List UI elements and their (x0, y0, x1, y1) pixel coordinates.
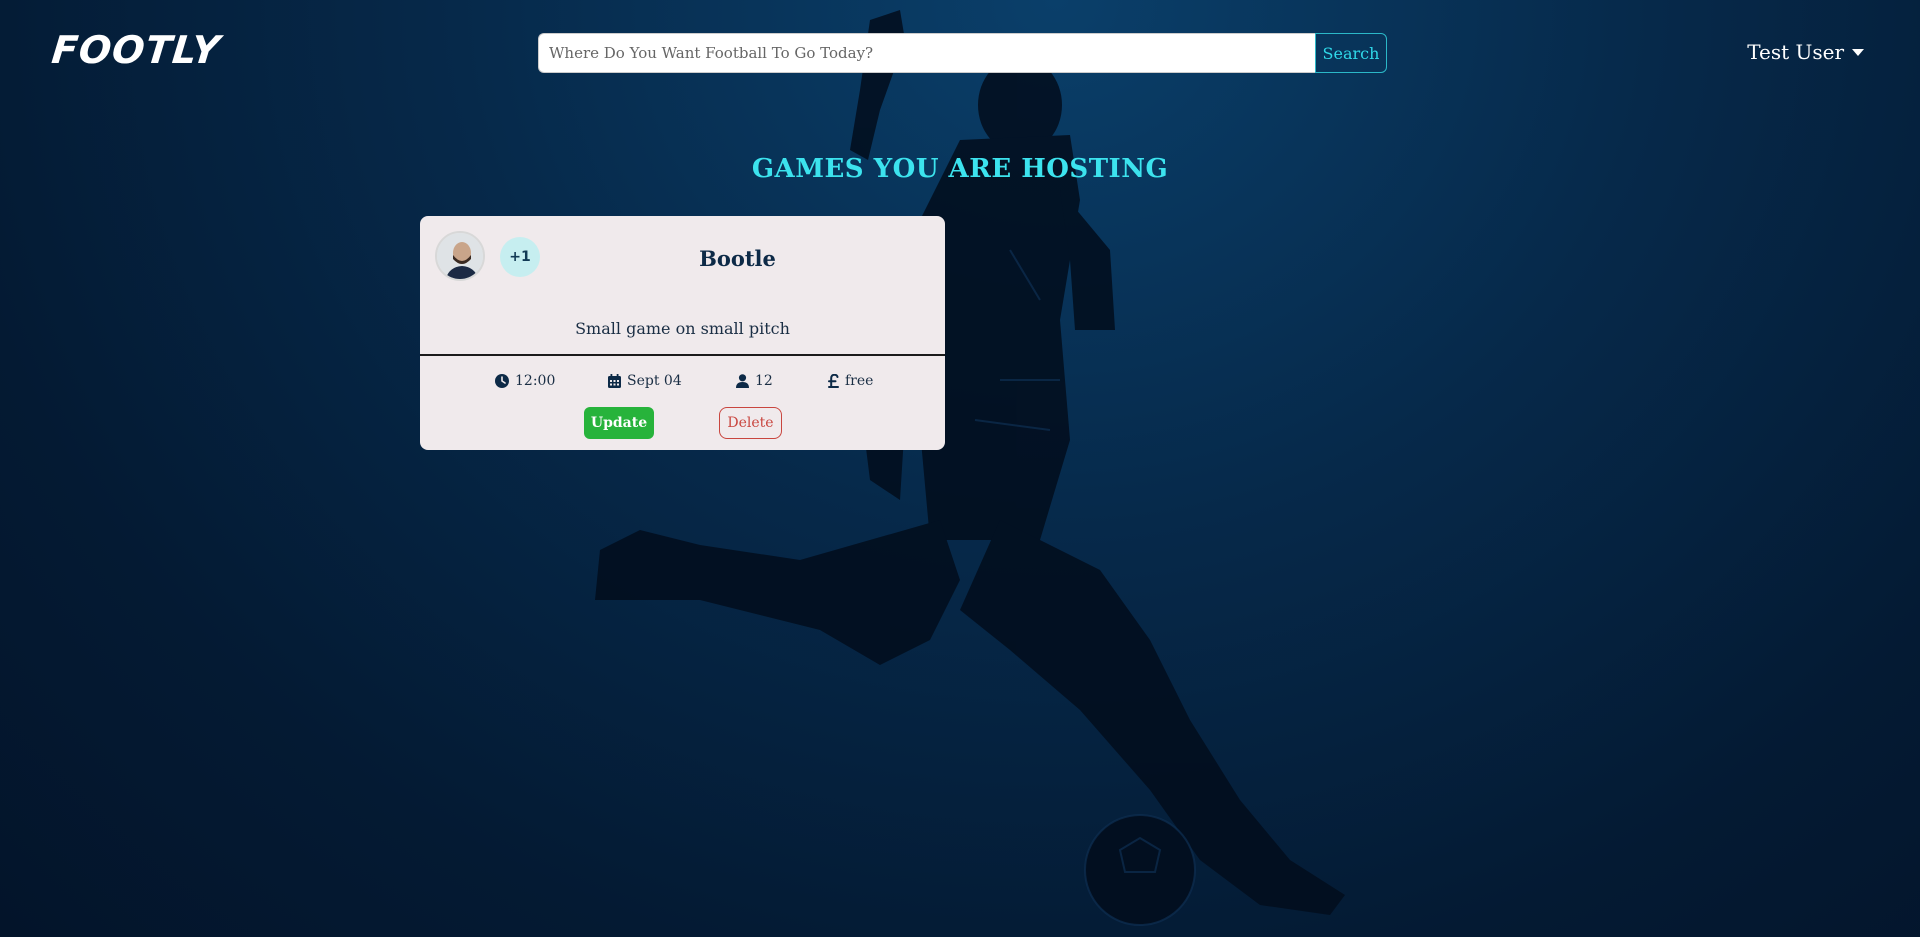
game-title: Bootle (699, 246, 776, 271)
game-players: 12 (736, 373, 773, 389)
extra-players-badge[interactable]: +1 (500, 237, 540, 277)
user-icon (736, 374, 749, 388)
game-price-value: free (845, 373, 874, 389)
game-date: Sept 04 (608, 373, 682, 389)
avatar-image (437, 233, 483, 279)
game-date-value: Sept 04 (627, 373, 682, 389)
game-description: Small game on small pitch (575, 319, 790, 338)
clock-icon (495, 374, 509, 388)
game-time-value: 12:00 (515, 373, 556, 389)
footballer-silhouette-background (595, 10, 1345, 926)
pound-icon (828, 374, 839, 388)
search-input[interactable] (538, 33, 1315, 73)
update-game-button[interactable]: Update (584, 407, 654, 439)
search-bar: Search (538, 33, 1387, 73)
footly-logo[interactable]: FOOTLY (50, 28, 223, 72)
search-button[interactable]: Search (1315, 33, 1387, 73)
game-players-value: 12 (755, 373, 773, 389)
user-menu-dropdown[interactable]: Test User (1747, 40, 1864, 64)
card-divider (420, 354, 945, 356)
calendar-icon (608, 374, 621, 388)
caret-down-icon (1852, 48, 1864, 56)
game-card: +1 Bootle Small game on small pitch 12:0… (420, 216, 945, 450)
delete-game-button[interactable]: Delete (719, 407, 782, 439)
game-time: 12:00 (495, 373, 555, 389)
page-title: GAMES YOU ARE HOSTING (751, 154, 1169, 184)
user-menu-label: Test User (1747, 40, 1844, 64)
host-avatar[interactable] (435, 231, 485, 281)
game-price: free (828, 373, 873, 389)
top-navbar: FOOTLY Search Test User (0, 0, 1920, 110)
